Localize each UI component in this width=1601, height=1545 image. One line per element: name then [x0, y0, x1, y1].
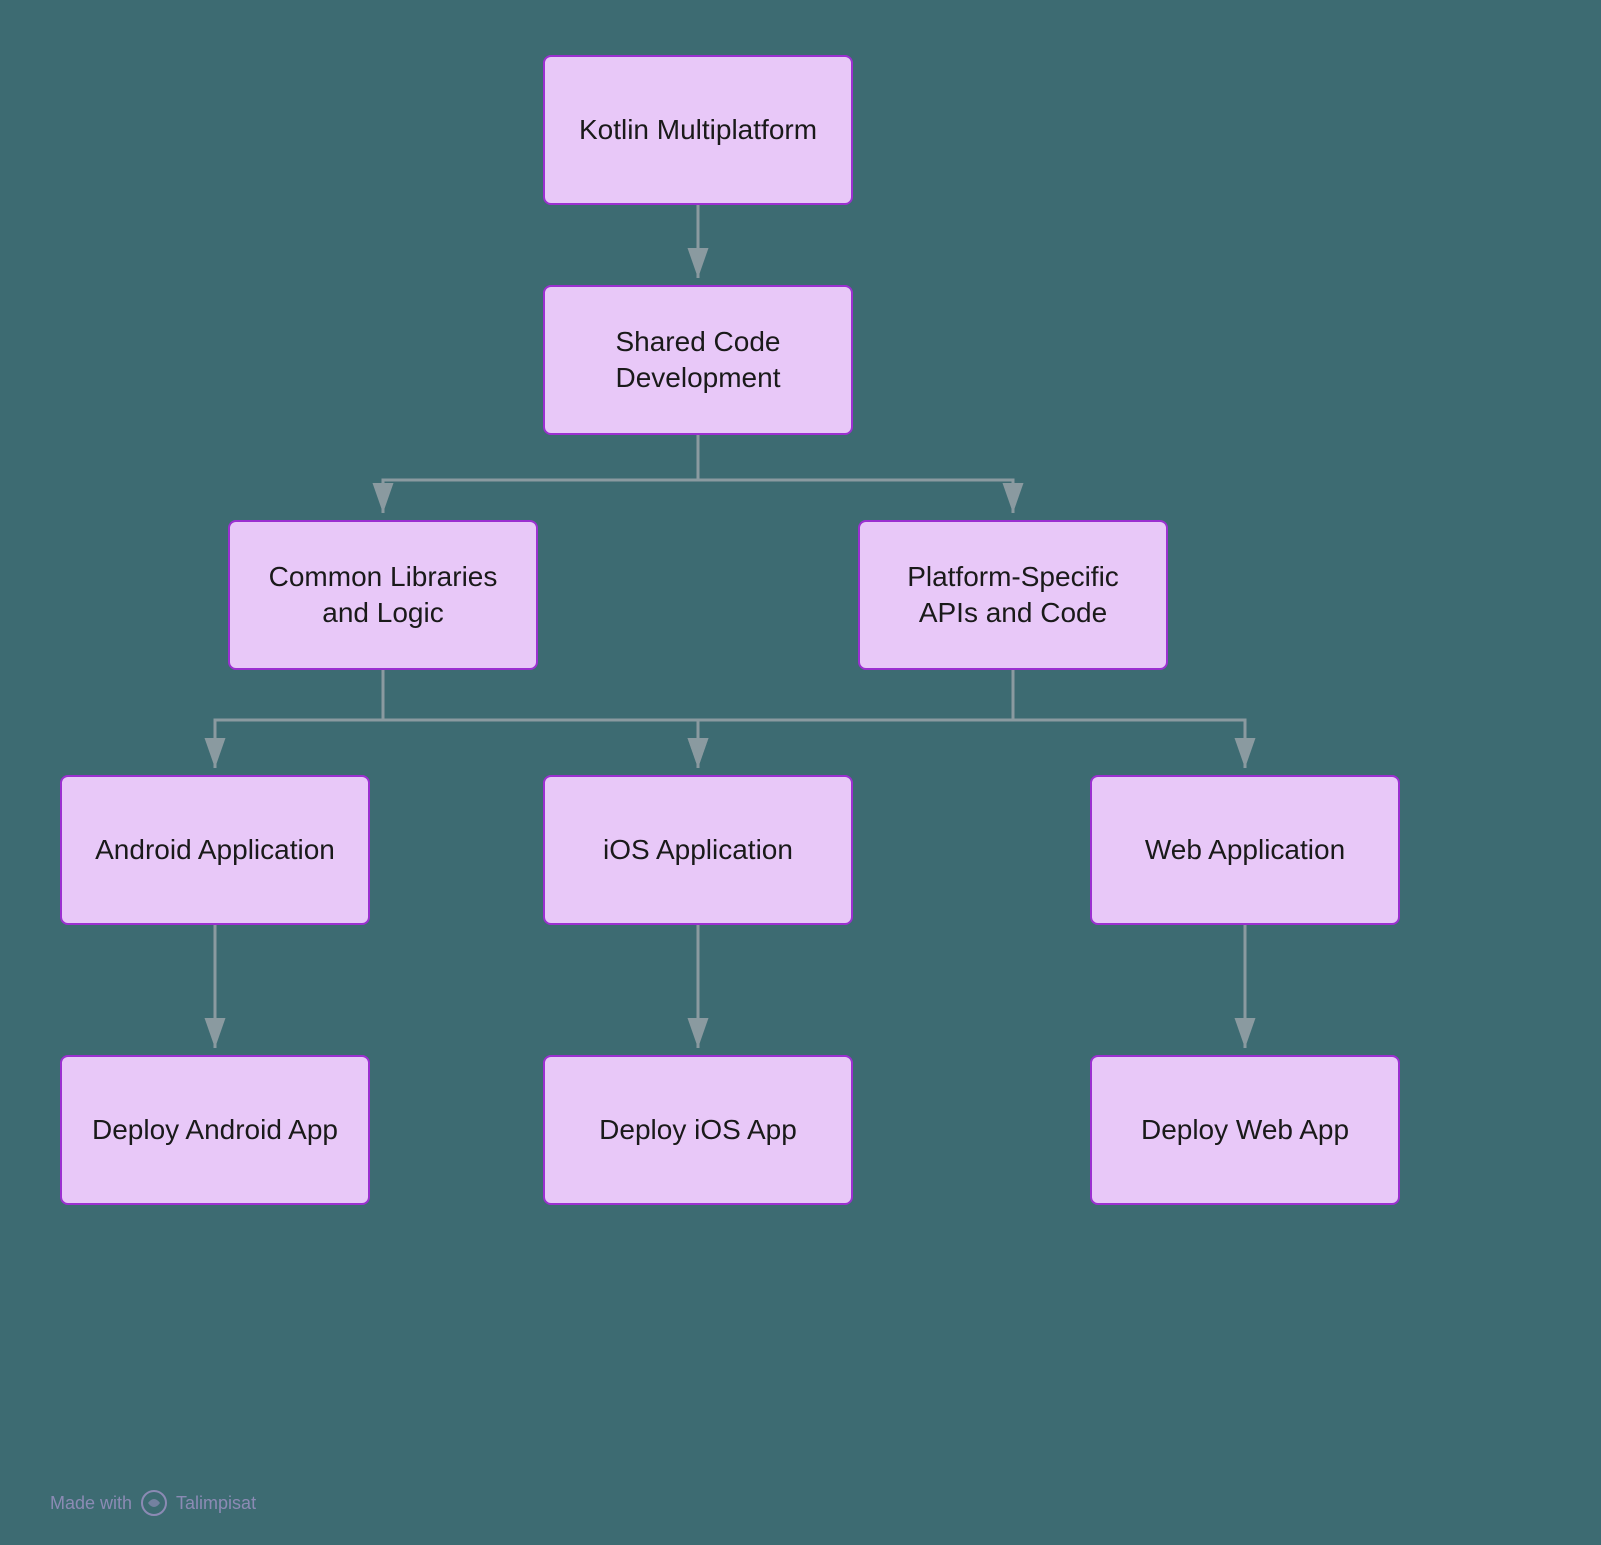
- node-deploy-android: Deploy Android App: [60, 1055, 370, 1205]
- node-web-app: Web Application: [1090, 775, 1400, 925]
- node-kotlin: Kotlin Multiplatform: [543, 55, 853, 205]
- watermark-brand: Talimpisat: [176, 1493, 256, 1514]
- node-deploy-web: Deploy Web App: [1090, 1055, 1400, 1205]
- node-shared-code: Shared Code Development: [543, 285, 853, 435]
- node-deploy-ios: Deploy iOS App: [543, 1055, 853, 1205]
- watermark: Made with Talimpisat: [50, 1489, 256, 1517]
- connectors-svg: [0, 0, 1601, 1545]
- watermark-text: Made with: [50, 1493, 132, 1514]
- watermark-logo-icon: [140, 1489, 168, 1517]
- node-android-app: Android Application: [60, 775, 370, 925]
- node-platform-apis: Platform-Specific APIs and Code: [858, 520, 1168, 670]
- node-ios-app: iOS Application: [543, 775, 853, 925]
- diagram-container: Kotlin Multiplatform Shared Code Develop…: [0, 0, 1601, 1545]
- node-common-libs: Common Libraries and Logic: [228, 520, 538, 670]
